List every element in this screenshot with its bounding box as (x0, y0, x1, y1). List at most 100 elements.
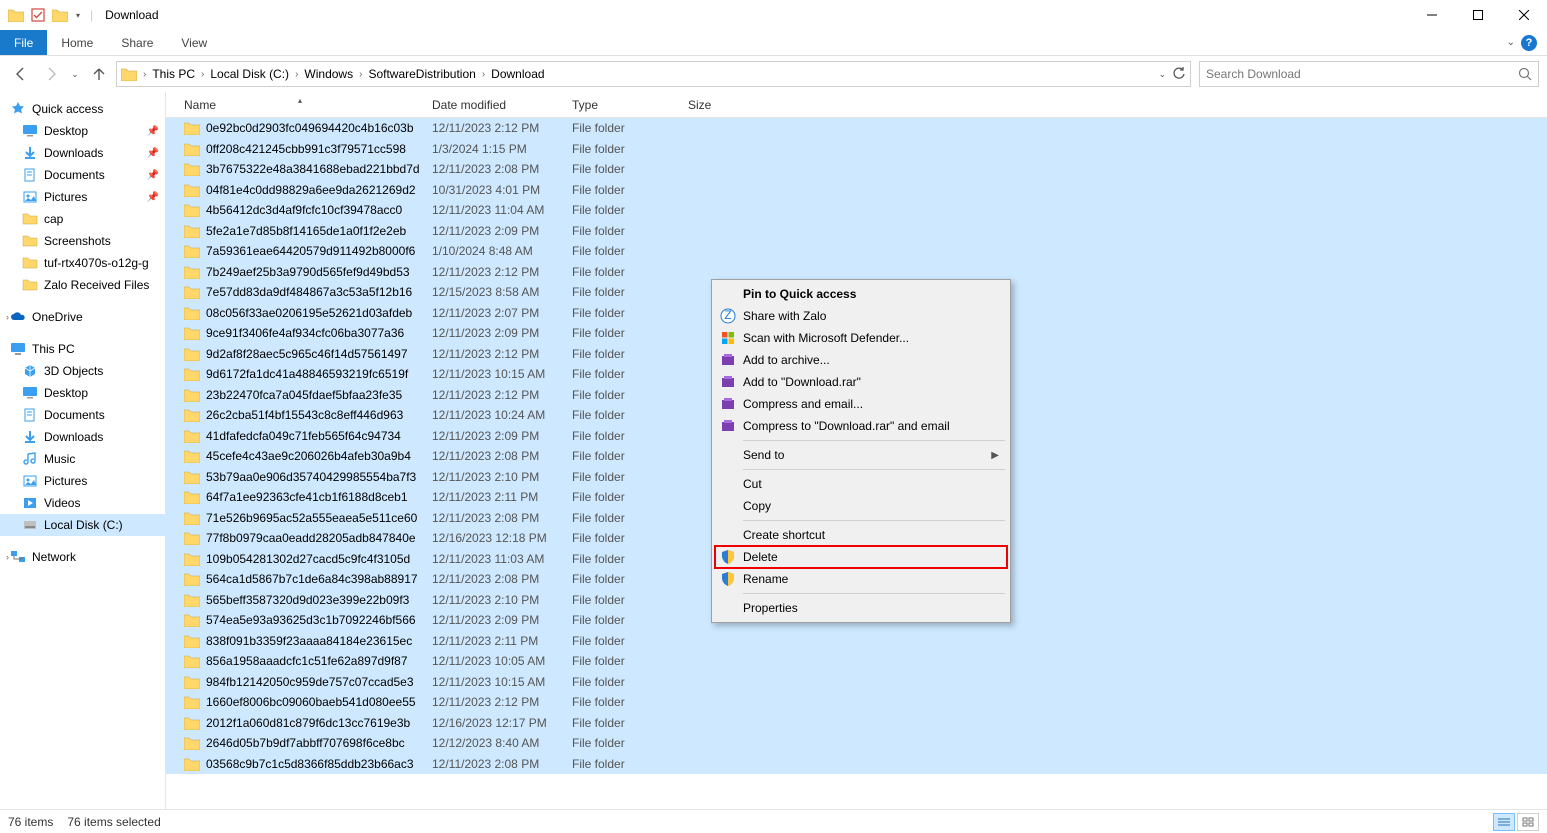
sidebar-item-label: Downloads (44, 146, 103, 160)
sidebar-item[interactable]: Downloads (0, 426, 165, 448)
file-name: 53b79aa0e906d35740429985554ba7f3 (206, 470, 416, 484)
ctx-cut[interactable]: Cut (715, 473, 1007, 495)
search-input[interactable] (1206, 67, 1518, 81)
sidebar-network[interactable]: › Network (0, 546, 165, 568)
sidebar-item[interactable]: cap (0, 208, 165, 230)
forward-button[interactable] (38, 61, 64, 87)
sidebar-item[interactable]: 3D Objects (0, 360, 165, 382)
column-header-size[interactable]: Size (680, 98, 740, 112)
sidebar-item[interactable]: Videos (0, 492, 165, 514)
tab-share[interactable]: Share (107, 30, 167, 55)
sidebar-onedrive[interactable]: › OneDrive (0, 306, 165, 328)
file-date: 12/11/2023 2:10 PM (424, 470, 564, 484)
ctx-rename[interactable]: Rename (715, 568, 1007, 590)
refresh-icon[interactable] (1172, 67, 1186, 81)
sidebar-item[interactable]: Documents (0, 404, 165, 426)
view-large-icons-button[interactable] (1517, 813, 1539, 831)
pin-icon: 📌 (147, 126, 159, 137)
sidebar-item[interactable]: Pictures📌 (0, 186, 165, 208)
back-button[interactable] (8, 61, 34, 87)
breadcrumb-this-pc[interactable]: This PC (148, 67, 199, 81)
tab-file[interactable]: File (0, 30, 47, 55)
table-row[interactable]: 2646d05b7b9df7abbff707698f6ce8bc12/12/20… (166, 733, 1547, 754)
sidebar-item[interactable]: Downloads📌 (0, 142, 165, 164)
sidebar-item[interactable]: Documents📌 (0, 164, 165, 186)
qat-dropdown-icon[interactable]: ▾ (72, 5, 84, 25)
ctx-scan-defender[interactable]: Scan with Microsoft Defender... (715, 327, 1007, 349)
ctx-compress-rar-email[interactable]: Compress to "Download.rar" and email (715, 415, 1007, 437)
sidebar-item[interactable]: Pictures (0, 470, 165, 492)
table-row[interactable]: 04f81e4c0dd98829a6ee9da2621269d210/31/20… (166, 180, 1547, 201)
file-date: 12/16/2023 12:18 PM (424, 531, 564, 545)
search-icon[interactable] (1518, 67, 1532, 81)
table-row[interactable]: 838f091b3359f23aaaa84184e23615ec12/11/20… (166, 631, 1547, 652)
address-dropdown-icon[interactable]: ⌄ (1154, 69, 1170, 80)
up-button[interactable] (86, 61, 112, 87)
view-details-button[interactable] (1493, 813, 1515, 831)
sidebar-item[interactable]: tuf-rtx4070s-o12g-g (0, 252, 165, 274)
address-bar[interactable]: › This PC› Local Disk (C:)› Windows› Sof… (116, 61, 1191, 87)
column-header-date[interactable]: Date modified (424, 98, 564, 112)
recent-dropdown-icon[interactable]: ⌄ (68, 61, 82, 87)
column-header-type[interactable]: Type (564, 98, 680, 112)
ctx-send-to[interactable]: Send to▶ (715, 444, 1007, 466)
table-row[interactable]: 0e92bc0d2903fc049694420c4b16c03b12/11/20… (166, 118, 1547, 139)
sidebar-item[interactable]: Local Disk (C:) (0, 514, 165, 536)
file-type: File folder (564, 285, 680, 299)
file-name: 574ea5e93a93625d3c1b7092246bf566 (206, 613, 416, 627)
tab-view[interactable]: View (167, 30, 221, 55)
folder-icon (184, 183, 200, 197)
ribbon-expand-icon[interactable]: ⌄ (1507, 37, 1515, 48)
sidebar-item[interactable]: Desktop📌 (0, 120, 165, 142)
file-type: File folder (564, 121, 680, 135)
sidebar-item[interactable]: Music (0, 448, 165, 470)
ctx-delete[interactable]: Delete (715, 546, 1007, 568)
sidebar-item[interactable]: Desktop (0, 382, 165, 404)
table-row[interactable]: 4b56412dc3d4af9fcfc10cf39478acc012/11/20… (166, 200, 1547, 221)
breadcrumb-download[interactable]: Download (487, 67, 548, 81)
ctx-add-download-rar[interactable]: Add to "Download.rar" (715, 371, 1007, 393)
table-row[interactable]: 3b7675322e48a3841688ebad221bbd7d12/11/20… (166, 159, 1547, 180)
breadcrumb-local-disk[interactable]: Local Disk (C:) (206, 67, 293, 81)
table-row[interactable]: 0ff208c421245cbb991c3f79571cc5981/3/2024… (166, 139, 1547, 160)
table-row[interactable]: 984fb12142050c959de757c07ccad5e312/11/20… (166, 672, 1547, 693)
tab-home[interactable]: Home (47, 30, 107, 55)
address-folder-icon (121, 67, 137, 81)
network-icon (10, 549, 26, 565)
window-title: Download (105, 8, 158, 22)
ctx-create-shortcut[interactable]: Create shortcut (715, 524, 1007, 546)
sidebar-item[interactable]: Zalo Received Files (0, 274, 165, 296)
minimize-button[interactable] (1409, 0, 1455, 30)
sidebar-item-label: Documents (44, 168, 105, 182)
qat-folder-icon[interactable] (50, 5, 70, 25)
ctx-share-zalo[interactable]: ZShare with Zalo (715, 305, 1007, 327)
sidebar-this-pc[interactable]: This PC (0, 338, 165, 360)
column-header-name[interactable]: ▴Name (176, 98, 424, 112)
breadcrumb-softwaredistribution[interactable]: SoftwareDistribution (364, 67, 479, 81)
status-selected-count: 76 items selected (67, 815, 160, 829)
folder-icon (184, 224, 200, 238)
close-button[interactable] (1501, 0, 1547, 30)
file-date: 12/11/2023 2:12 PM (424, 695, 564, 709)
folder-icon (184, 388, 200, 402)
file-date: 12/11/2023 2:12 PM (424, 388, 564, 402)
ctx-pin-to-quick-access[interactable]: Pin to Quick access (715, 283, 1007, 305)
help-icon[interactable]: ? (1521, 35, 1537, 51)
search-box[interactable] (1199, 61, 1539, 87)
qat-properties-icon[interactable] (28, 5, 48, 25)
breadcrumb-windows[interactable]: Windows (300, 67, 357, 81)
table-row[interactable]: 03568c9b7c1c5d8366f85ddb23b66ac312/11/20… (166, 754, 1547, 775)
table-row[interactable]: 856a1958aaadcfc1c51fe62a897d9f8712/11/20… (166, 651, 1547, 672)
ctx-properties[interactable]: Properties (715, 597, 1007, 619)
table-row[interactable]: 7a59361eae64420579d911492b8000f61/10/202… (166, 241, 1547, 262)
file-name: 4b56412dc3d4af9fcfc10cf39478acc0 (206, 203, 402, 217)
table-row[interactable]: 1660ef8006bc09060baeb541d080ee5512/11/20… (166, 692, 1547, 713)
ctx-add-archive[interactable]: Add to archive... (715, 349, 1007, 371)
ctx-copy[interactable]: Copy (715, 495, 1007, 517)
table-row[interactable]: 2012f1a060d81c879f6dc13cc7619e3b12/16/20… (166, 713, 1547, 734)
table-row[interactable]: 5fe2a1e7d85b8f14165de1a0f1f2e2eb12/11/20… (166, 221, 1547, 242)
sidebar-quick-access[interactable]: Quick access (0, 98, 165, 120)
sidebar-item[interactable]: Screenshots (0, 230, 165, 252)
maximize-button[interactable] (1455, 0, 1501, 30)
ctx-compress-email[interactable]: Compress and email... (715, 393, 1007, 415)
